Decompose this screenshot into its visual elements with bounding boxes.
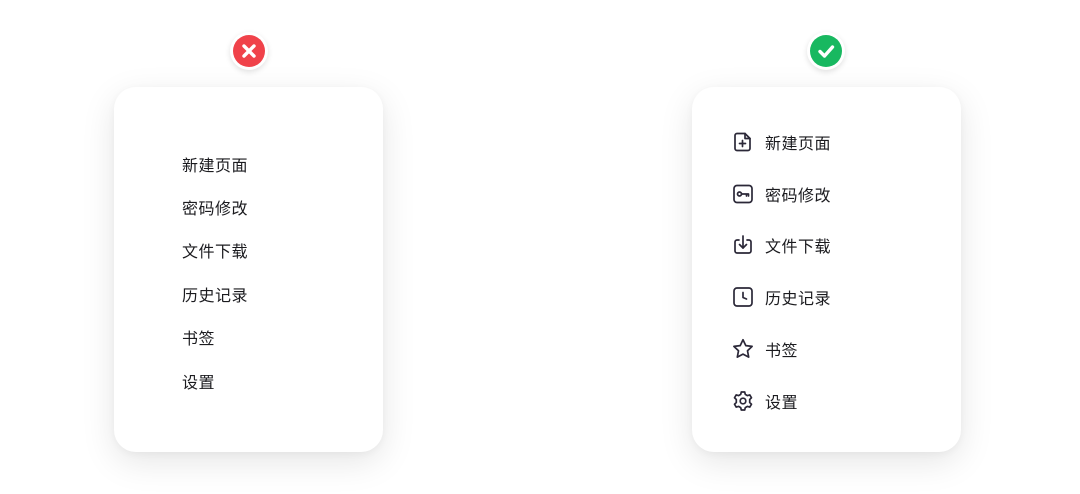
gear-icon bbox=[731, 389, 755, 413]
menu-item-new-page[interactable]: 新建页面 bbox=[182, 142, 248, 185]
menu-item-settings[interactable]: 设置 bbox=[731, 375, 831, 427]
menu-item-bookmarks[interactable]: 书签 bbox=[731, 323, 831, 375]
menu-item-label: 新建页面 bbox=[765, 133, 832, 153]
menu-item-label: 文件下载 bbox=[182, 242, 249, 262]
menu-item-label: 书签 bbox=[182, 329, 216, 349]
menu-item-new-page[interactable]: 新建页面 bbox=[731, 116, 831, 168]
menu-item-label: 设置 bbox=[765, 392, 799, 412]
menu-item-history[interactable]: 历史记录 bbox=[731, 271, 831, 323]
good-example-menu-card: 新建页面 密码修改 文件下载 历史记录 书签 设置 bbox=[692, 87, 961, 452]
menu-item-history[interactable]: 历史记录 bbox=[182, 272, 248, 315]
clock-icon bbox=[731, 285, 755, 309]
menu-item-label: 历史记录 bbox=[765, 289, 832, 309]
menu-item-file-download[interactable]: 文件下载 bbox=[182, 229, 248, 272]
menu-item-bookmarks[interactable]: 书签 bbox=[182, 316, 248, 359]
menu-item-label: 历史记录 bbox=[182, 285, 249, 305]
menu-item-label: 新建页面 bbox=[182, 155, 249, 175]
menu-item-label: 书签 bbox=[765, 341, 799, 361]
good-example-badge bbox=[807, 32, 845, 70]
menu-item-label: 密码修改 bbox=[765, 185, 832, 205]
close-icon bbox=[242, 44, 256, 58]
bad-badge-disc bbox=[233, 35, 265, 67]
new-page-icon bbox=[731, 130, 755, 154]
comparison-stage: 新建页面 密码修改 文件下载 历史记录 书签 设置 新建页面 密码修改 文件下载… bbox=[0, 0, 1080, 494]
check-icon bbox=[818, 45, 835, 58]
text-only-menu: 新建页面 密码修改 文件下载 历史记录 书签 设置 bbox=[182, 142, 248, 402]
bad-example-menu-card: 新建页面 密码修改 文件下载 历史记录 书签 设置 bbox=[114, 87, 383, 452]
menu-item-change-password[interactable]: 密码修改 bbox=[182, 185, 248, 228]
bad-example-badge bbox=[230, 32, 268, 70]
key-icon bbox=[731, 182, 755, 206]
menu-item-settings[interactable]: 设置 bbox=[182, 359, 248, 402]
menu-item-change-password[interactable]: 密码修改 bbox=[731, 168, 831, 220]
icon-menu: 新建页面 密码修改 文件下载 历史记录 书签 设置 bbox=[731, 116, 831, 427]
menu-item-label: 文件下载 bbox=[765, 237, 832, 257]
star-icon bbox=[731, 337, 755, 361]
menu-item-file-download[interactable]: 文件下载 bbox=[731, 220, 831, 272]
download-icon bbox=[731, 233, 755, 257]
menu-item-label: 设置 bbox=[182, 372, 216, 392]
good-badge-disc bbox=[810, 35, 842, 67]
menu-item-label: 密码修改 bbox=[182, 199, 249, 219]
